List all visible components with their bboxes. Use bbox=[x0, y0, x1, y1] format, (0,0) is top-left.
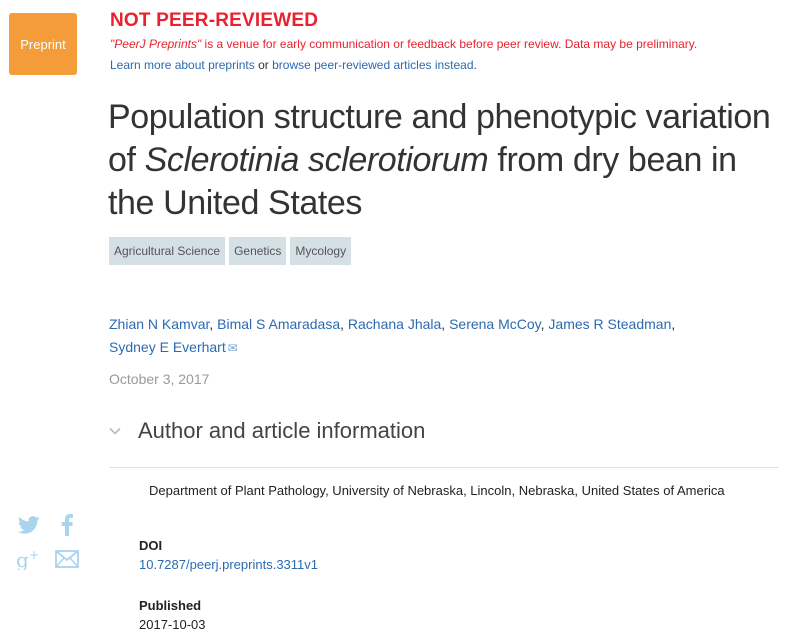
article-title: Population structure and phenotypic vari… bbox=[108, 96, 788, 225]
links-period: . bbox=[473, 58, 477, 72]
preprint-page: Preprint NOT PEER-REVIEWED "PeerJ Prepri… bbox=[0, 0, 792, 638]
browse-peer-reviewed-link[interactable]: browse peer-reviewed articles instead bbox=[272, 58, 473, 72]
author-separator: , bbox=[209, 316, 218, 332]
preprint-notice: "PeerJ Preprints" is a venue for early c… bbox=[110, 37, 697, 51]
google-plus-icon[interactable]: g + bbox=[16, 546, 42, 572]
facebook-icon[interactable] bbox=[54, 512, 80, 538]
author-list: Zhian N Kamvar, Bimal S Amaradasa, Racha… bbox=[109, 313, 769, 360]
preprint-badge-label: Preprint bbox=[20, 36, 66, 52]
links-separator: or bbox=[254, 58, 273, 72]
not-peer-reviewed-title: NOT PEER-REVIEWED bbox=[110, 10, 319, 31]
twitter-icon[interactable] bbox=[16, 512, 42, 538]
subject-tags: Agricultural Science Genetics Mycology bbox=[109, 237, 352, 265]
preprint-badge[interactable]: Preprint bbox=[9, 13, 77, 75]
published-date: 2017-10-03 bbox=[139, 617, 206, 632]
doi-link[interactable]: 10.7287/peerj.preprints.3311v1 bbox=[139, 557, 318, 572]
learn-more-link[interactable]: Learn more about preprints bbox=[110, 58, 255, 72]
doi-label: DOI bbox=[139, 538, 163, 553]
author-link[interactable]: Zhian N Kamvar bbox=[109, 316, 209, 332]
social-share: g + bbox=[16, 512, 80, 572]
author-separator: , bbox=[441, 316, 450, 332]
preprint-links: Learn more about preprints or browse pee… bbox=[110, 58, 477, 72]
tag-genetics[interactable]: Genetics bbox=[229, 237, 287, 265]
preprint-notice-text: is a venue for early communication or fe… bbox=[201, 37, 698, 51]
preprint-venue-name: "PeerJ Preprints" bbox=[110, 37, 202, 51]
published-label: Published bbox=[139, 598, 202, 613]
author-link[interactable]: James R Steadman bbox=[548, 316, 671, 332]
author-link[interactable]: Serena McCoy bbox=[449, 316, 541, 332]
author-link[interactable]: Rachana Jhala bbox=[348, 316, 441, 332]
author-link[interactable]: Bimal S Amaradasa bbox=[217, 316, 340, 332]
publication-date: October 3, 2017 bbox=[109, 371, 210, 387]
tag-mycology[interactable]: Mycology bbox=[290, 237, 352, 265]
corresponding-author-email-icon[interactable]: ✉ bbox=[228, 341, 238, 355]
author-affiliation: Department of Plant Pathology, Universit… bbox=[149, 483, 725, 498]
svg-text:g: g bbox=[16, 548, 29, 570]
email-icon[interactable] bbox=[54, 546, 80, 572]
author-separator: , bbox=[671, 316, 676, 332]
article-title-species: Sclerotinia sclerotiorum bbox=[144, 141, 489, 179]
svg-text:+: + bbox=[29, 548, 39, 562]
chevron-down-icon bbox=[109, 427, 121, 435]
author-separator: , bbox=[340, 316, 348, 332]
author-info-toggle[interactable]: Author and article information bbox=[108, 418, 425, 444]
section-divider bbox=[109, 467, 779, 468]
tag-agricultural-science[interactable]: Agricultural Science bbox=[109, 237, 226, 265]
author-link[interactable]: Sydney E Everhart bbox=[109, 339, 226, 355]
author-info-label: Author and article information bbox=[138, 418, 426, 443]
